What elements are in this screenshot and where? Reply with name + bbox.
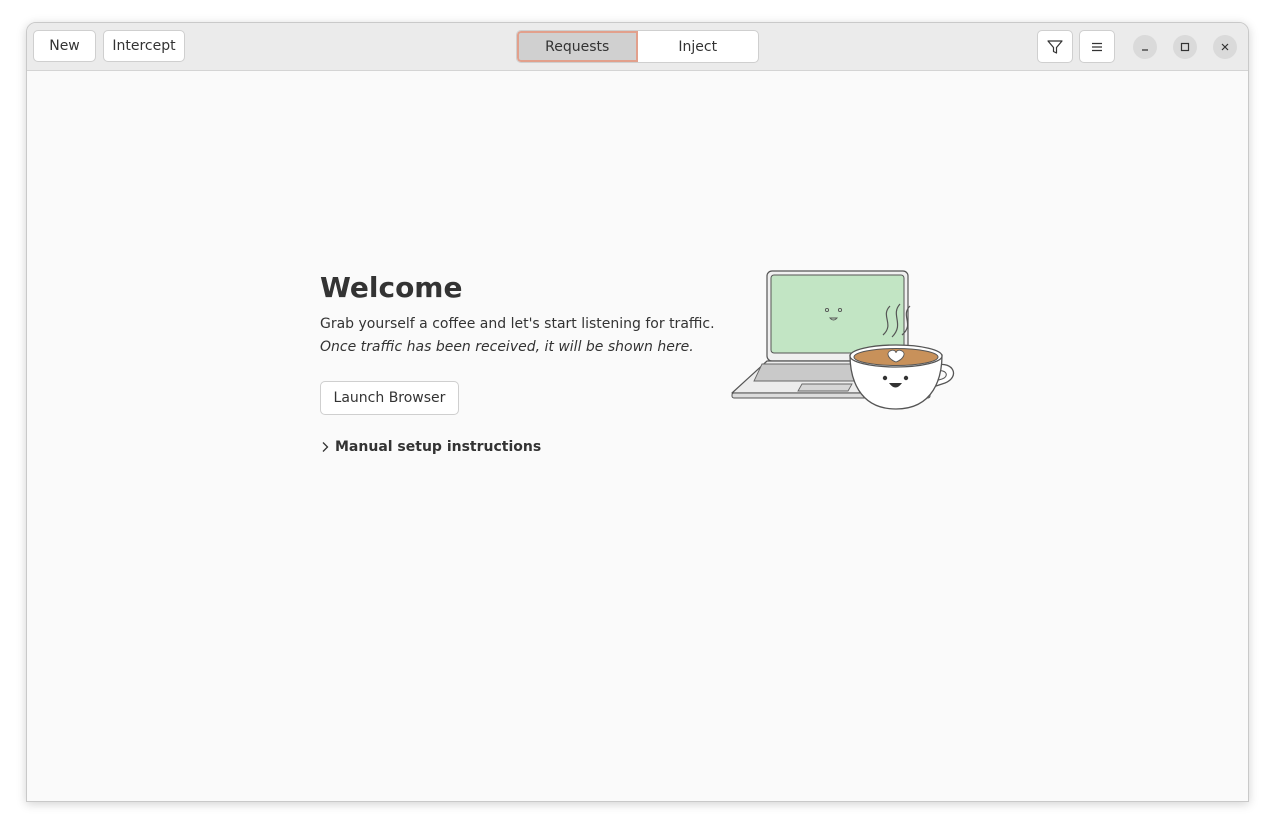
minimize-button[interactable]	[1133, 35, 1157, 59]
minimize-icon	[1142, 49, 1148, 51]
close-button[interactable]	[1213, 35, 1237, 59]
maximize-icon	[1180, 42, 1190, 52]
filter-button[interactable]	[1037, 30, 1073, 63]
maximize-button[interactable]	[1173, 35, 1197, 59]
welcome-note: Once traffic has been received, it will …	[320, 339, 694, 355]
main-content: Welcome Grab yourself a coffee and let's…	[27, 71, 1248, 801]
hamburger-menu-icon	[1092, 42, 1102, 51]
welcome-title: Welcome	[320, 271, 463, 304]
view-switcher: Requests Inject	[516, 30, 759, 63]
launch-browser-button[interactable]: Launch Browser	[320, 381, 459, 415]
tab-requests[interactable]: Requests	[517, 31, 638, 62]
welcome-subtitle: Grab yourself a coffee and let's start l…	[320, 316, 715, 332]
manual-setup-expander[interactable]: Manual setup instructions	[320, 439, 541, 455]
header-bar: New Intercept Requests Inject	[27, 23, 1248, 71]
menu-button[interactable]	[1079, 30, 1115, 63]
chevron-right-icon	[320, 441, 330, 453]
tab-inject[interactable]: Inject	[638, 31, 759, 62]
intercept-button[interactable]: Intercept	[103, 30, 185, 62]
new-button[interactable]: New	[33, 30, 96, 62]
app-window: New Intercept Requests Inject Welcome Gr…	[26, 22, 1249, 802]
manual-setup-label: Manual setup instructions	[335, 439, 542, 455]
laptop-coffee-illustration	[731, 270, 955, 410]
close-icon	[1221, 43, 1229, 51]
filter-icon	[1047, 39, 1063, 54]
